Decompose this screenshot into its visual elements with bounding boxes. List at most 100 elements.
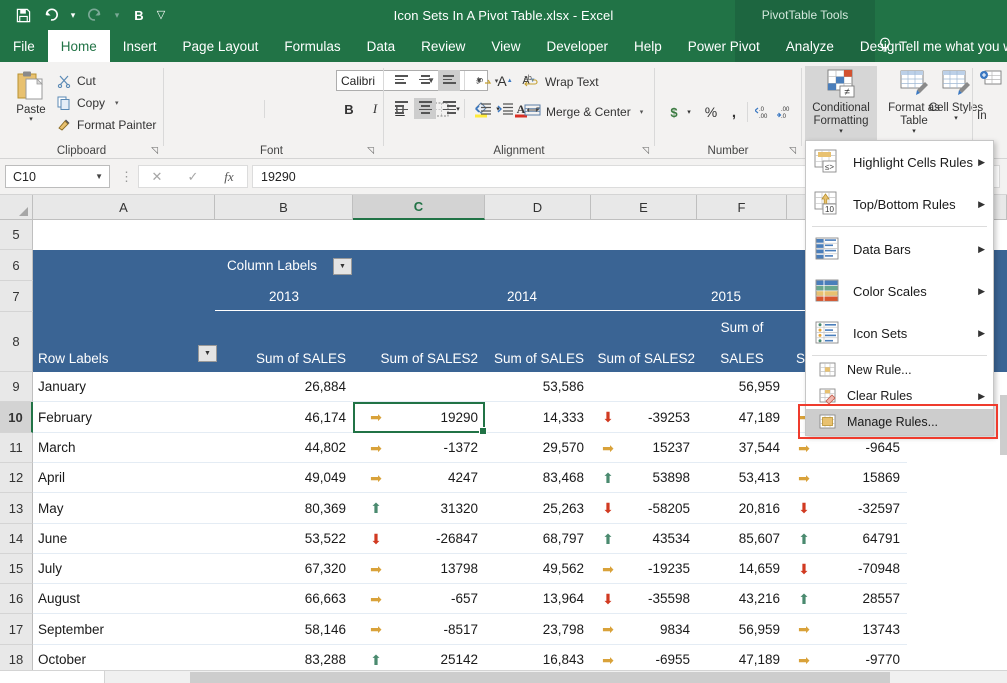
- cell-a15[interactable]: July: [33, 554, 215, 584]
- vertical-scrollbar-thumb[interactable]: [1000, 395, 1007, 455]
- percent-button[interactable]: %: [701, 102, 721, 122]
- cell-g16[interactable]: ⬆ 28557: [787, 584, 907, 614]
- select-all-corner[interactable]: [0, 195, 33, 220]
- align-bottom-button[interactable]: [438, 70, 460, 91]
- format-painter-button[interactable]: Format Painter: [56, 117, 156, 133]
- column-labels-filter-button[interactable]: ▼: [333, 258, 352, 275]
- cell-d12[interactable]: 83,468: [485, 463, 591, 493]
- tell-me-box[interactable]: Tell me what you w: [878, 30, 1007, 62]
- column-header-b[interactable]: B: [215, 195, 353, 220]
- cell-e12[interactable]: ⬆ 53898: [591, 463, 697, 493]
- cell-d16[interactable]: 13,964: [485, 584, 591, 614]
- cell-c15[interactable]: ➡ 13798: [353, 554, 485, 584]
- cell-a10[interactable]: February: [33, 402, 215, 433]
- cell-a13[interactable]: May: [33, 493, 215, 524]
- cell-f16[interactable]: 43,216: [697, 584, 787, 614]
- row-header-15[interactable]: 15: [0, 554, 33, 584]
- cell-g17[interactable]: ➡ 13743: [787, 614, 907, 645]
- name-box-chevron-down-icon[interactable]: ▼: [95, 172, 103, 181]
- font-dialog-launcher[interactable]: ◹: [367, 145, 374, 156]
- confirm-entry-icon[interactable]: ✓: [175, 166, 211, 187]
- menu-item-data-bars[interactable]: Data Bars ▶: [806, 228, 993, 270]
- cell-b15[interactable]: 67,320: [215, 554, 353, 584]
- cancel-entry-icon[interactable]: ✕: [139, 166, 175, 187]
- align-left-button[interactable]: [390, 98, 412, 119]
- cell-b13[interactable]: 80,369: [215, 493, 353, 524]
- tab-developer[interactable]: Developer: [533, 30, 621, 62]
- align-center-button[interactable]: [414, 98, 436, 119]
- tab-view[interactable]: View: [478, 30, 533, 62]
- insert-function-icon[interactable]: fx: [211, 166, 247, 187]
- tab-help[interactable]: Help: [621, 30, 675, 62]
- customize-qat-icon[interactable]: ▽: [154, 2, 168, 28]
- merge-center-button[interactable]: Merge & Center ▾: [524, 103, 643, 121]
- cell-f10[interactable]: 47,189: [697, 402, 787, 433]
- tab-power-pivot[interactable]: Power Pivot: [675, 30, 773, 62]
- cell-d11[interactable]: 29,570: [485, 433, 591, 463]
- column-header-f[interactable]: F: [697, 195, 787, 220]
- orientation-dropdown-icon[interactable]: ▾: [491, 70, 502, 91]
- paste-button[interactable]: Paste ▾: [8, 68, 54, 138]
- undo-icon[interactable]: [38, 2, 64, 28]
- cell-b12[interactable]: 49,049: [215, 463, 353, 493]
- cell-d13[interactable]: 25,263: [485, 493, 591, 524]
- cell-e9[interactable]: [591, 372, 697, 402]
- row-header-16[interactable]: 16: [0, 584, 33, 614]
- tab-review[interactable]: Review: [408, 30, 478, 62]
- bold-quick-icon[interactable]: B: [126, 2, 152, 28]
- cell-b17[interactable]: 58,146: [215, 614, 353, 645]
- cell-e13[interactable]: ⬇ -58205: [591, 493, 697, 524]
- menu-item-highlight-cells-rules[interactable]: ≤> Highlight Cells Rules ▶: [806, 141, 993, 183]
- row-header-7[interactable]: 7: [0, 281, 33, 312]
- wrap-text-button[interactable]: ab Wrap Text: [524, 73, 599, 91]
- cell-e15[interactable]: ➡ -19235: [591, 554, 697, 584]
- cell-f15[interactable]: 14,659: [697, 554, 787, 584]
- cell-e10[interactable]: ⬇ -39253: [591, 402, 697, 433]
- cell-e17[interactable]: ➡ 9834: [591, 614, 697, 645]
- number-dialog-launcher[interactable]: ◹: [789, 145, 796, 156]
- cell-a16[interactable]: August: [33, 584, 215, 614]
- cell-f17[interactable]: 56,959: [697, 614, 787, 645]
- clipboard-dialog-launcher[interactable]: ◹: [151, 145, 158, 156]
- cell-f12[interactable]: 53,413: [697, 463, 787, 493]
- cell-e16[interactable]: ⬇ -35598: [591, 584, 697, 614]
- conditional-formatting-dropdown-icon[interactable]: ▾: [839, 128, 843, 136]
- cell-g15[interactable]: ⬇ -70948: [787, 554, 907, 584]
- row-header-14[interactable]: 14: [0, 524, 33, 554]
- cell-d15[interactable]: 49,562: [485, 554, 591, 584]
- align-top-button[interactable]: [390, 70, 412, 91]
- cell-c17[interactable]: ➡ -8517: [353, 614, 485, 645]
- row-header-8[interactable]: 8: [0, 312, 33, 372]
- align-middle-button[interactable]: [414, 70, 436, 91]
- cell-b10[interactable]: 46,174: [215, 402, 353, 433]
- save-icon[interactable]: [10, 2, 36, 28]
- tab-insert[interactable]: Insert: [110, 30, 170, 62]
- conditional-formatting-button[interactable]: ≠ Conditional Formatting ▾: [805, 66, 877, 142]
- cell-f9[interactable]: 56,959: [697, 372, 787, 402]
- cell-g14[interactable]: ⬆ 64791: [787, 524, 907, 554]
- bold-button[interactable]: B: [338, 98, 360, 120]
- cell-g13[interactable]: ⬇ -32597: [787, 493, 907, 524]
- cell-b11[interactable]: 44,802: [215, 433, 353, 463]
- tab-page-layout[interactable]: Page Layout: [170, 30, 272, 62]
- tab-home[interactable]: Home: [47, 30, 110, 62]
- sheet-tab-area[interactable]: [0, 671, 105, 683]
- currency-dropdown-icon[interactable]: ▾: [683, 102, 695, 122]
- copy-button[interactable]: Copy ▾: [56, 95, 119, 111]
- cell-c16[interactable]: ➡ -657: [353, 584, 485, 614]
- cell-e11[interactable]: ➡ 15237: [591, 433, 697, 463]
- align-right-button[interactable]: [438, 98, 460, 119]
- cell-c11[interactable]: ➡ -1372: [353, 433, 485, 463]
- column-header-e[interactable]: E: [591, 195, 697, 220]
- merge-center-dropdown-icon[interactable]: ▾: [640, 108, 644, 116]
- increase-indent-button[interactable]: [494, 98, 516, 119]
- alignment-dialog-launcher[interactable]: ◹: [642, 145, 649, 156]
- cell-c9[interactable]: [353, 372, 485, 402]
- cell-styles-dropdown-icon[interactable]: ▾: [954, 115, 958, 123]
- tab-file[interactable]: File: [0, 30, 48, 62]
- row-header-17[interactable]: 17: [0, 614, 33, 645]
- decrease-decimal-button[interactable]: .00.0: [776, 102, 798, 122]
- cell-a12[interactable]: April: [33, 463, 215, 493]
- undo-dropdown-icon[interactable]: ▾: [66, 2, 80, 28]
- row-labels-filter-button[interactable]: ▼: [198, 345, 217, 362]
